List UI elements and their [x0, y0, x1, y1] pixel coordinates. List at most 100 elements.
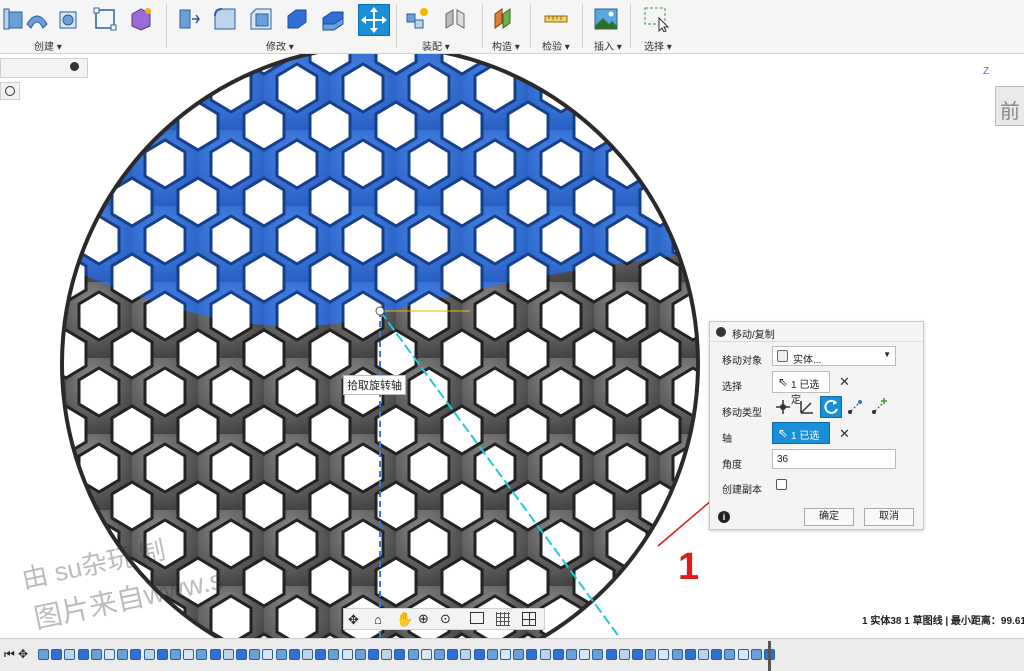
timeline-feature-icon[interactable] [566, 649, 577, 660]
select-icon[interactable] [643, 6, 669, 32]
timeline-feature-icon[interactable] [196, 649, 208, 660]
timeline-feature-icon[interactable] [552, 649, 564, 660]
timeline-feature-icon[interactable] [236, 649, 247, 660]
look-at-icon[interactable]: ⌂ [374, 612, 382, 627]
timeline-feature-icon[interactable] [434, 649, 445, 660]
timeline-feature-icon[interactable] [341, 649, 353, 660]
construct-label[interactable]: 构造 ▾ [492, 38, 520, 53]
inspect-label[interactable]: 检验 ▾ [542, 38, 570, 53]
measure-icon[interactable] [543, 6, 569, 32]
point-to-point-icon[interactable] [844, 396, 866, 418]
timeline-feature-icon[interactable] [90, 649, 102, 660]
shell-icon[interactable] [56, 6, 82, 32]
timeline-feature-icon[interactable] [77, 649, 89, 660]
select-label[interactable]: 选择 ▾ [644, 38, 672, 53]
timeline-feature-icon[interactable] [183, 649, 195, 660]
timeline-feature-icon[interactable] [38, 649, 49, 660]
timeline-feature-icon[interactable] [249, 649, 261, 660]
orbit-icon[interactable]: ✥ [348, 612, 359, 628]
assemble-label[interactable]: 装配 ▾ [422, 38, 450, 53]
timeline-marker[interactable] [768, 641, 771, 671]
timeline-feature-icon[interactable] [592, 649, 604, 660]
timeline-feature-icon[interactable] [328, 649, 340, 660]
display-settings-icon[interactable] [470, 612, 484, 624]
timeline-feature-icon[interactable] [368, 649, 379, 660]
grid-icon[interactable] [496, 612, 510, 626]
timeline-feature-icon[interactable] [513, 649, 525, 660]
timeline-feature-icon[interactable] [500, 649, 511, 660]
offset-plane-icon[interactable] [490, 6, 516, 32]
free-move-icon[interactable] [772, 396, 794, 418]
timeline-feature-icon[interactable] [750, 649, 762, 660]
select-entity-button[interactable]: ⇖ 1 已选定 [772, 371, 830, 406]
clear-axis-icon[interactable]: ✕ [839, 426, 850, 442]
move-icon[interactable]: ✥ [18, 647, 28, 661]
translate-icon[interactable] [796, 396, 818, 418]
fillet-icon[interactable] [212, 6, 238, 32]
timeline-feature-icon[interactable] [130, 649, 142, 660]
timeline-feature-icon[interactable] [64, 649, 76, 660]
joint-icon[interactable] [442, 6, 468, 32]
timeline-feature-icon[interactable] [420, 649, 432, 660]
timeline-feature-icon[interactable] [460, 649, 472, 660]
timeline-feature-icon[interactable] [618, 649, 630, 660]
insert-label[interactable]: 插入 ▾ [594, 38, 622, 53]
shell-body-icon[interactable] [284, 6, 310, 32]
browser-panel[interactable] [0, 58, 88, 78]
timeline-feature-icon[interactable] [104, 649, 115, 660]
insert-image-icon[interactable] [593, 6, 619, 32]
collapse-icon[interactable] [70, 62, 79, 71]
timeline-feature-icon[interactable] [315, 649, 327, 660]
timeline-feature-icon[interactable] [658, 649, 670, 660]
axis-select-button[interactable]: ⇖ 1 已选定 [772, 422, 830, 457]
ok-button[interactable]: 确定 [804, 508, 854, 526]
timeline-feature-icon[interactable] [632, 649, 643, 660]
first-step-icon[interactable]: ⏮ [4, 647, 15, 662]
timeline-feature-icon[interactable] [698, 649, 709, 660]
timeline-feature-icon[interactable] [526, 649, 538, 660]
viewcube[interactable]: Z 前 [975, 66, 1024, 132]
timeline-feature-icon[interactable] [737, 649, 749, 660]
timeline-feature-icon[interactable] [684, 649, 696, 660]
move-object-select[interactable]: 实体... ▼ [772, 346, 896, 366]
chamfer-icon[interactable] [248, 6, 274, 32]
clear-selection-icon[interactable]: ✕ [839, 374, 850, 390]
timeline-feature-icon[interactable] [288, 649, 300, 660]
timeline-feature-icon[interactable] [381, 649, 393, 660]
zoom-icon[interactable]: ⊕ [418, 611, 429, 627]
move-copy-button[interactable] [358, 4, 390, 36]
timeline-feature-icon[interactable] [222, 649, 234, 660]
timeline-feature-icon[interactable] [447, 649, 459, 660]
timeline-feature-icon[interactable] [724, 649, 736, 660]
timeline-feature-icon[interactable] [143, 649, 155, 660]
info-icon[interactable]: i [718, 511, 730, 523]
browser-toggle[interactable] [0, 82, 20, 100]
timeline-feature-icon[interactable] [262, 649, 274, 660]
timeline-feature-icon[interactable] [156, 649, 168, 660]
timeline-feature-icon[interactable] [117, 649, 129, 660]
timeline-feature-icon[interactable] [275, 649, 287, 660]
timeline-feature-icon[interactable] [407, 649, 419, 660]
cancel-button[interactable]: 取消 [864, 508, 914, 526]
sketch-icon[interactable] [92, 6, 118, 32]
press-pull-icon[interactable] [176, 6, 202, 32]
timeline-feature-icon[interactable] [711, 649, 723, 660]
viewports-icon[interactable] [522, 612, 536, 626]
combine-icon[interactable] [320, 6, 346, 32]
form-icon[interactable] [128, 6, 154, 32]
timeline-feature-icon[interactable] [645, 649, 657, 660]
timeline-feature-icon[interactable] [394, 649, 406, 660]
collapse-icon[interactable] [716, 327, 726, 337]
sweep-icon[interactable] [24, 6, 50, 32]
timeline-feature-icon[interactable] [209, 649, 221, 660]
create-copy-checkbox[interactable] [776, 479, 787, 490]
new-component-icon[interactable] [404, 6, 430, 32]
point-to-position-icon[interactable] [868, 396, 890, 418]
timeline-feature-icon[interactable] [671, 649, 683, 660]
timeline-feature-icon[interactable] [539, 649, 551, 660]
timeline-feature-icon[interactable] [302, 649, 313, 660]
timeline-feature-icon[interactable] [605, 649, 617, 660]
timeline-feature-icon[interactable] [486, 649, 498, 660]
timeline-feature-icon[interactable] [473, 649, 485, 660]
timeline-feature-icon[interactable] [354, 649, 366, 660]
